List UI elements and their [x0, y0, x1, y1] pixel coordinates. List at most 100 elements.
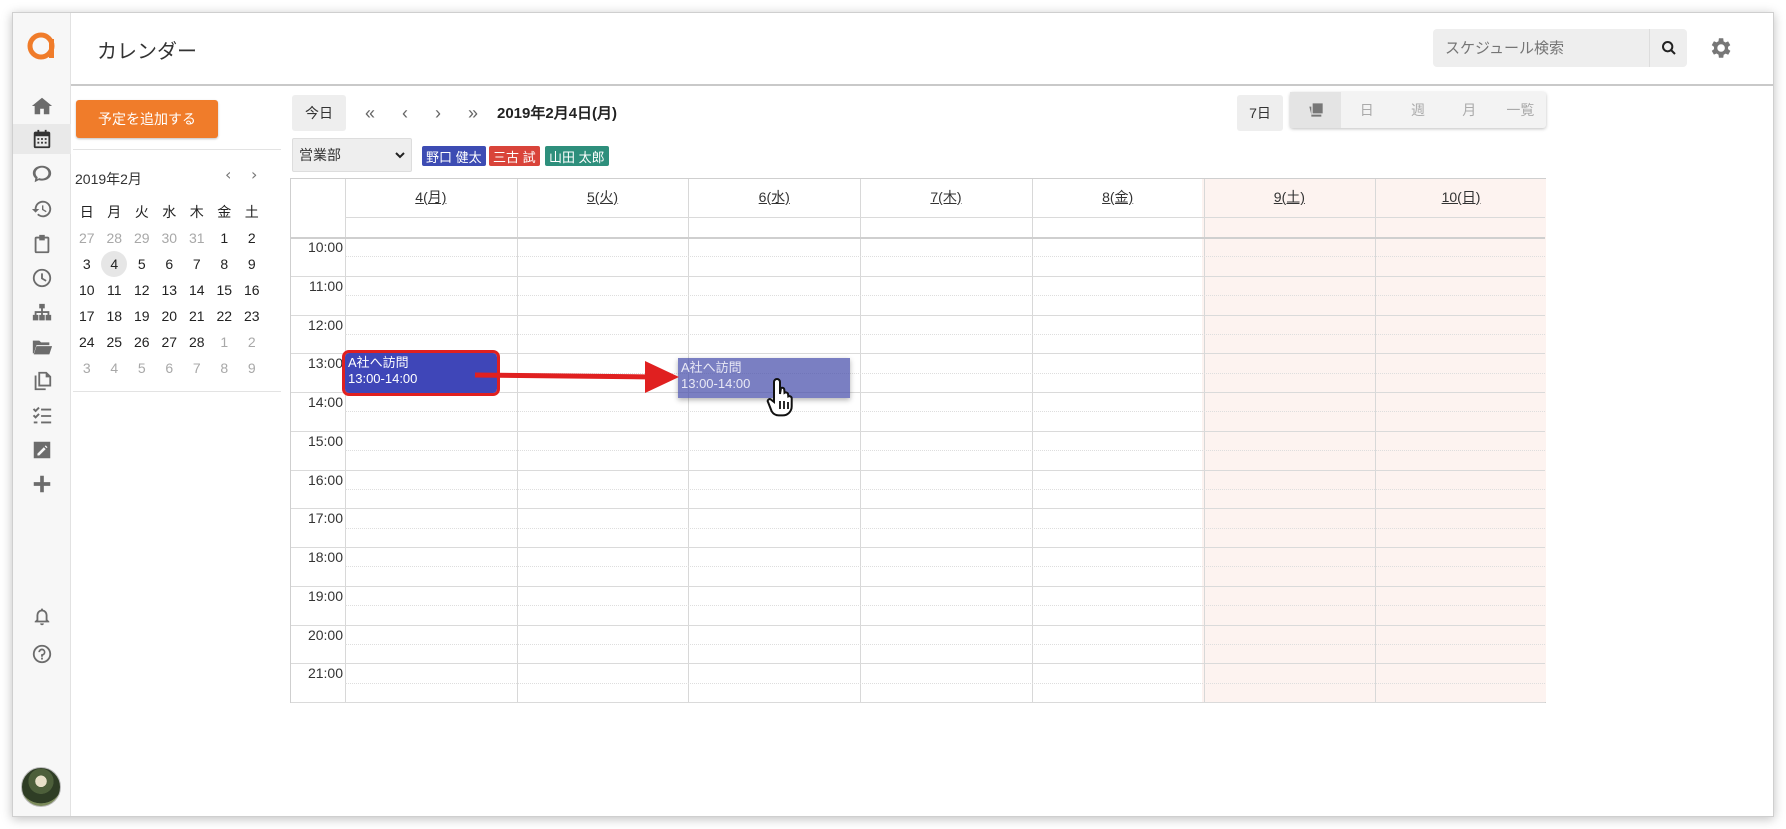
mini-calendar-day[interactable]: 2 [238, 225, 266, 251]
mini-calendar-day[interactable]: 25 [101, 329, 129, 355]
weekday-label: 水 [162, 204, 177, 220]
mini-calendar-day[interactable]: 20 [156, 303, 184, 329]
mini-calendar-day[interactable]: 2 [238, 329, 266, 355]
plus-icon[interactable] [27, 469, 57, 499]
department-select[interactable]: 営業部 [292, 138, 412, 172]
last-page-button[interactable]: » [459, 95, 487, 131]
member-tag[interactable]: 野口 健太 [422, 146, 486, 166]
calendar-icon[interactable] [13, 124, 71, 154]
mini-calendar-day[interactable]: 11 [101, 277, 129, 303]
history-icon[interactable] [27, 194, 57, 224]
view-month-tab[interactable]: 月 [1444, 92, 1495, 128]
prev-button[interactable]: ‹ [391, 95, 419, 131]
mini-calendar-day[interactable]: 4 [101, 355, 129, 381]
mini-calendar-day[interactable]: 10 [73, 277, 101, 303]
event-original[interactable]: A社へ訪問 13:00-14:00 [342, 350, 500, 396]
mini-calendar-grid: 日月火水木金土 27 28 29 30 31 1 2 3 4 5 6 7 8 9 10 11 12 13 14 15 16… [73, 199, 281, 381]
next-button[interactable]: › [424, 95, 452, 131]
mini-calendar-day[interactable]: 12 [128, 277, 156, 303]
day-header[interactable]: 7(木) [860, 179, 1032, 215]
help-icon[interactable] [27, 639, 57, 669]
mini-calendar-day[interactable]: 7 [183, 251, 211, 277]
mini-calendar-day[interactable]: 6 [156, 355, 184, 381]
gear-icon[interactable] [1707, 35, 1733, 61]
day-header[interactable]: 4(月) [345, 179, 517, 215]
member-tag[interactable]: 三古 試 [489, 146, 540, 166]
mini-calendar-day[interactable]: 21 [183, 303, 211, 329]
view-week-tab[interactable]: 週 [1392, 92, 1443, 128]
mini-calendar-day[interactable]: 31 [183, 225, 211, 251]
folder-icon[interactable] [27, 332, 57, 362]
mini-calendar-day[interactable]: 15 [211, 277, 239, 303]
add-event-button[interactable]: 予定を追加する [76, 100, 218, 138]
mini-calendar-day[interactable]: 17 [73, 303, 101, 329]
checklist-icon[interactable] [27, 401, 57, 431]
mini-calendar-day[interactable]: 14 [183, 277, 211, 303]
event-dragging[interactable]: A社へ訪問 13:00-14:00 [678, 358, 850, 398]
day-header[interactable]: 8(金) [1032, 179, 1204, 215]
mini-calendar-day[interactable]: 8 [211, 251, 239, 277]
mini-calendar-day[interactable]: 3 [73, 355, 101, 381]
today-button[interactable]: 今日 [292, 95, 346, 131]
mini-calendar-day[interactable]: 28 [101, 225, 129, 251]
view-multi-user-tab[interactable] [1290, 92, 1342, 128]
home-icon[interactable] [27, 91, 57, 121]
hour-line [291, 624, 1545, 626]
range-7days-button[interactable]: 7日 [1237, 95, 1283, 131]
day-header[interactable]: 9(土) [1204, 179, 1376, 215]
hour-line [291, 430, 1545, 432]
mini-calendar-day[interactable]: 7 [183, 355, 211, 381]
day-header[interactable]: 10(日) [1375, 179, 1547, 215]
copy-icon[interactable] [27, 366, 57, 396]
hour-line [291, 663, 1545, 665]
mini-calendar-day[interactable]: 19 [128, 303, 156, 329]
day-header[interactable]: 6(水) [688, 179, 860, 215]
mini-calendar-day[interactable]: 30 [156, 225, 184, 251]
app-logo-icon[interactable] [24, 27, 58, 61]
mini-calendar-day[interactable]: 22 [211, 303, 239, 329]
mini-calendar-day[interactable]: 3 [73, 251, 101, 277]
mini-calendar-day[interactable]: 4 [101, 251, 128, 277]
allday-row-divider [345, 217, 1545, 218]
avatar[interactable] [21, 767, 61, 807]
search-input[interactable] [1433, 29, 1649, 67]
chat-icon[interactable] [27, 159, 57, 189]
clipboard-icon[interactable] [27, 229, 57, 259]
mini-calendar-next-button[interactable]: › [251, 165, 257, 184]
mini-calendar-day[interactable]: 18 [101, 303, 129, 329]
view-day-tab[interactable]: 日 [1341, 92, 1392, 128]
mini-calendar-day[interactable]: 6 [156, 251, 184, 277]
mini-calendar-day[interactable]: 28 [183, 329, 211, 355]
mini-calendar-day[interactable]: 16 [238, 277, 266, 303]
mini-calendar-day[interactable]: 27 [73, 225, 101, 251]
mini-calendar-day[interactable]: 13 [156, 277, 184, 303]
mini-calendar-day[interactable]: 5 [128, 251, 156, 277]
mini-calendar-day[interactable]: 24 [73, 329, 101, 355]
mini-calendar-day[interactable]: 29 [128, 225, 156, 251]
day-header[interactable]: 5(火) [517, 179, 689, 215]
hour-line [291, 469, 1545, 471]
mini-calendar-day[interactable]: 5 [128, 355, 156, 381]
mini-calendar-day[interactable]: 26 [128, 329, 156, 355]
edit-icon[interactable] [27, 435, 57, 465]
weekday-label: 木 [189, 204, 204, 220]
mini-calendar-day[interactable]: 1 [211, 329, 239, 355]
hour-line [291, 702, 1545, 703]
mini-calendar-day[interactable]: 27 [156, 329, 184, 355]
org-chart-icon[interactable] [27, 298, 57, 328]
first-page-button[interactable]: « [356, 95, 384, 131]
department-value: 営業部 [299, 147, 341, 163]
member-tag[interactable]: 山田 太郎 [545, 146, 609, 166]
clock-icon[interactable] [27, 263, 57, 293]
mini-calendar-day[interactable]: 9 [238, 251, 266, 277]
time-label: 15:00 [307, 432, 343, 449]
mini-calendar-day[interactable]: 9 [238, 355, 266, 381]
mini-calendar-day[interactable]: 23 [238, 303, 266, 329]
view-list-tab[interactable]: 一覧 [1495, 92, 1546, 128]
mini-calendar-prev-button[interactable]: ‹ [225, 165, 231, 184]
search-button[interactable] [1649, 29, 1687, 67]
hour-line [291, 585, 1545, 587]
mini-calendar-day[interactable]: 8 [211, 355, 239, 381]
bell-icon[interactable] [27, 601, 57, 631]
mini-calendar-day[interactable]: 1 [211, 225, 239, 251]
